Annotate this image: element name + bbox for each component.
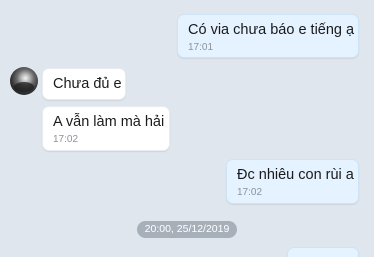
message-timestamp: 17:02 — [237, 187, 263, 198]
contact-avatar[interactable] — [10, 67, 38, 95]
message-bubble-outgoing[interactable]: Đc nhiêu con rùi a 17:02 — [226, 159, 359, 204]
message-text: Chưa đủ e — [53, 76, 122, 92]
message-text: A vẫn làm mà hải — [53, 114, 165, 130]
date-separator: 20:00, 25/12/2019 — [137, 221, 237, 238]
message-bubble-outgoing[interactable]: Có via chưa báo e tiếng ạ 17:01 — [177, 14, 359, 58]
message-bubble-incoming[interactable]: Chưa đủ e — [42, 68, 126, 100]
message-timestamp: 17:01 — [188, 42, 214, 53]
message-text: Đc nhiêu con rùi a — [237, 167, 354, 183]
message-bubble-incoming[interactable]: A vẫn làm mà hải 17:02 — [42, 106, 170, 151]
chat-conversation: Có via chưa báo e tiếng ạ 17:01 Chưa đủ … — [0, 0, 374, 257]
message-timestamp: 17:02 — [53, 134, 79, 145]
message-bubble-outgoing-partial[interactable] — [287, 247, 359, 257]
message-text: Có via chưa báo e tiếng ạ — [188, 22, 355, 38]
